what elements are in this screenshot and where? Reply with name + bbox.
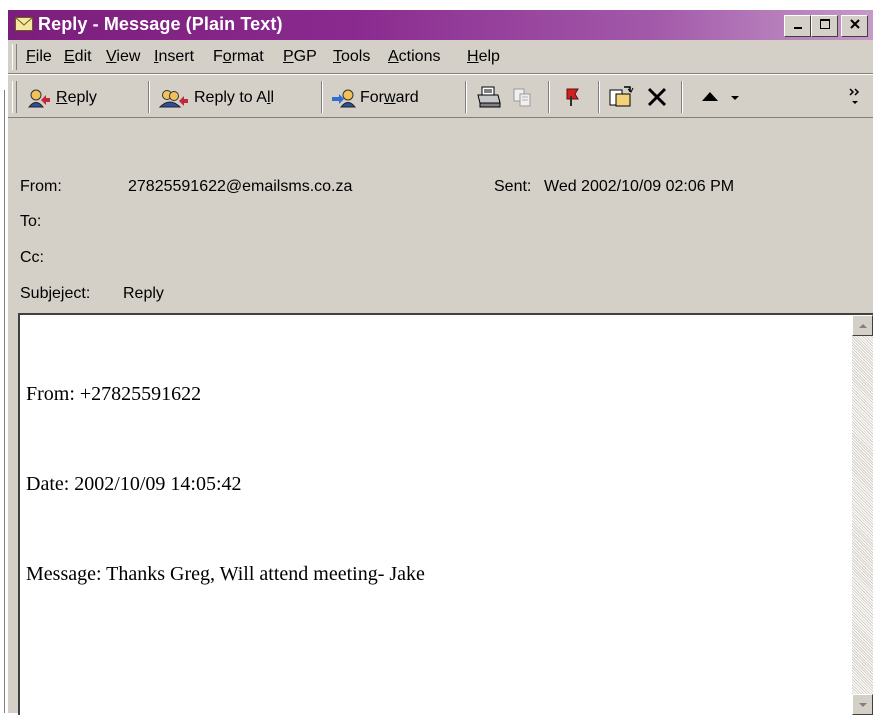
menu-file[interactable]: File xyxy=(26,48,52,66)
copy-button[interactable] xyxy=(508,83,536,111)
toolbar-grip[interactable] xyxy=(12,81,17,113)
from-label: From: xyxy=(20,178,62,195)
toolbar-options-button[interactable] xyxy=(843,83,867,111)
toolbar-options-icon xyxy=(849,88,860,104)
toolbar-separator xyxy=(321,81,323,113)
minimize-button[interactable] xyxy=(784,15,811,37)
to-label: To: xyxy=(20,213,42,230)
arrow-down-icon xyxy=(858,702,867,707)
forward-button[interactable]: Forward xyxy=(330,85,419,111)
menu-actions[interactable]: Actions xyxy=(388,48,440,66)
toolbar-separator xyxy=(465,81,467,113)
delete-button[interactable] xyxy=(642,83,672,111)
flag-button[interactable] xyxy=(560,83,584,111)
menu-bar: File Edit View Insert Format PGP Tools A… xyxy=(8,40,873,74)
menu-help[interactable]: Help xyxy=(467,48,500,66)
window-title: Reply - Message (Plain Text) xyxy=(38,14,283,34)
menu-edit[interactable]: Edit xyxy=(64,48,92,66)
delete-icon xyxy=(647,87,667,107)
menu-tools[interactable]: Tools xyxy=(333,48,370,66)
reply-button[interactable]: Reply xyxy=(26,85,97,111)
maximize-icon xyxy=(819,19,830,29)
title-bar[interactable]: Reply - Message (Plain Text) xyxy=(8,10,873,40)
previous-item-button[interactable] xyxy=(690,83,750,111)
close-icon xyxy=(849,19,860,29)
copy-icon xyxy=(513,88,531,107)
sent-label: Sent: xyxy=(494,178,532,195)
maximize-button[interactable] xyxy=(811,15,838,37)
scroll-up-button[interactable] xyxy=(852,315,873,336)
subject-value: Reply xyxy=(123,285,164,302)
chevron-down-icon xyxy=(731,96,739,100)
print-icon xyxy=(477,86,501,108)
cc-label: Cc: xyxy=(20,249,44,266)
arrow-up-icon xyxy=(858,323,867,328)
move-to-folder-button[interactable] xyxy=(606,83,636,111)
toolbar-separator xyxy=(681,81,683,113)
forward-icon xyxy=(332,89,356,108)
message-text: From: +27825591622 Date: 2002/10/09 14:0… xyxy=(26,319,425,649)
menu-pgp[interactable]: PGP xyxy=(283,48,317,66)
reply-to-all-button[interactable]: Reply to All xyxy=(158,85,274,111)
envelope-icon xyxy=(15,17,33,31)
message-body[interactable]: From: +27825591622 Date: 2002/10/09 14:0… xyxy=(18,313,873,715)
flag-icon xyxy=(566,88,579,106)
message-window: Reply - Message (Plain Text) File Edit V… xyxy=(6,8,873,715)
scroll-down-button[interactable] xyxy=(852,694,873,715)
move-to-folder-icon xyxy=(609,86,634,107)
standard-toolbar: Reply Reply to All Forward xyxy=(8,74,873,118)
sent-value: Wed 2002/10/09 02:06 PM xyxy=(544,178,735,195)
body-line: Date: 2002/10/09 14:05:42 xyxy=(26,473,242,495)
menubar-grip[interactable] xyxy=(12,44,17,70)
previous-item-icon xyxy=(702,92,718,101)
print-button[interactable] xyxy=(474,83,504,111)
menu-view[interactable]: View xyxy=(106,48,140,66)
subject-label: Subjeject: xyxy=(20,285,91,302)
body-line: From: +27825591622 xyxy=(26,383,202,405)
close-button[interactable] xyxy=(841,15,868,37)
menu-format[interactable]: Format xyxy=(213,48,264,66)
toolbar-separator xyxy=(598,81,600,113)
from-value[interactable]: 27825591622@emailsms.co.za xyxy=(128,178,352,196)
reply-all-icon xyxy=(158,90,188,108)
minimize-icon xyxy=(793,27,802,29)
body-line: Message: Thanks Greg, Will attend meetin… xyxy=(26,563,425,585)
toolbar-separator xyxy=(148,81,150,113)
reply-icon xyxy=(27,89,50,108)
toolbar-separator xyxy=(548,81,550,113)
menu-insert[interactable]: Insert xyxy=(154,48,194,66)
vertical-scrollbar[interactable] xyxy=(852,315,873,715)
